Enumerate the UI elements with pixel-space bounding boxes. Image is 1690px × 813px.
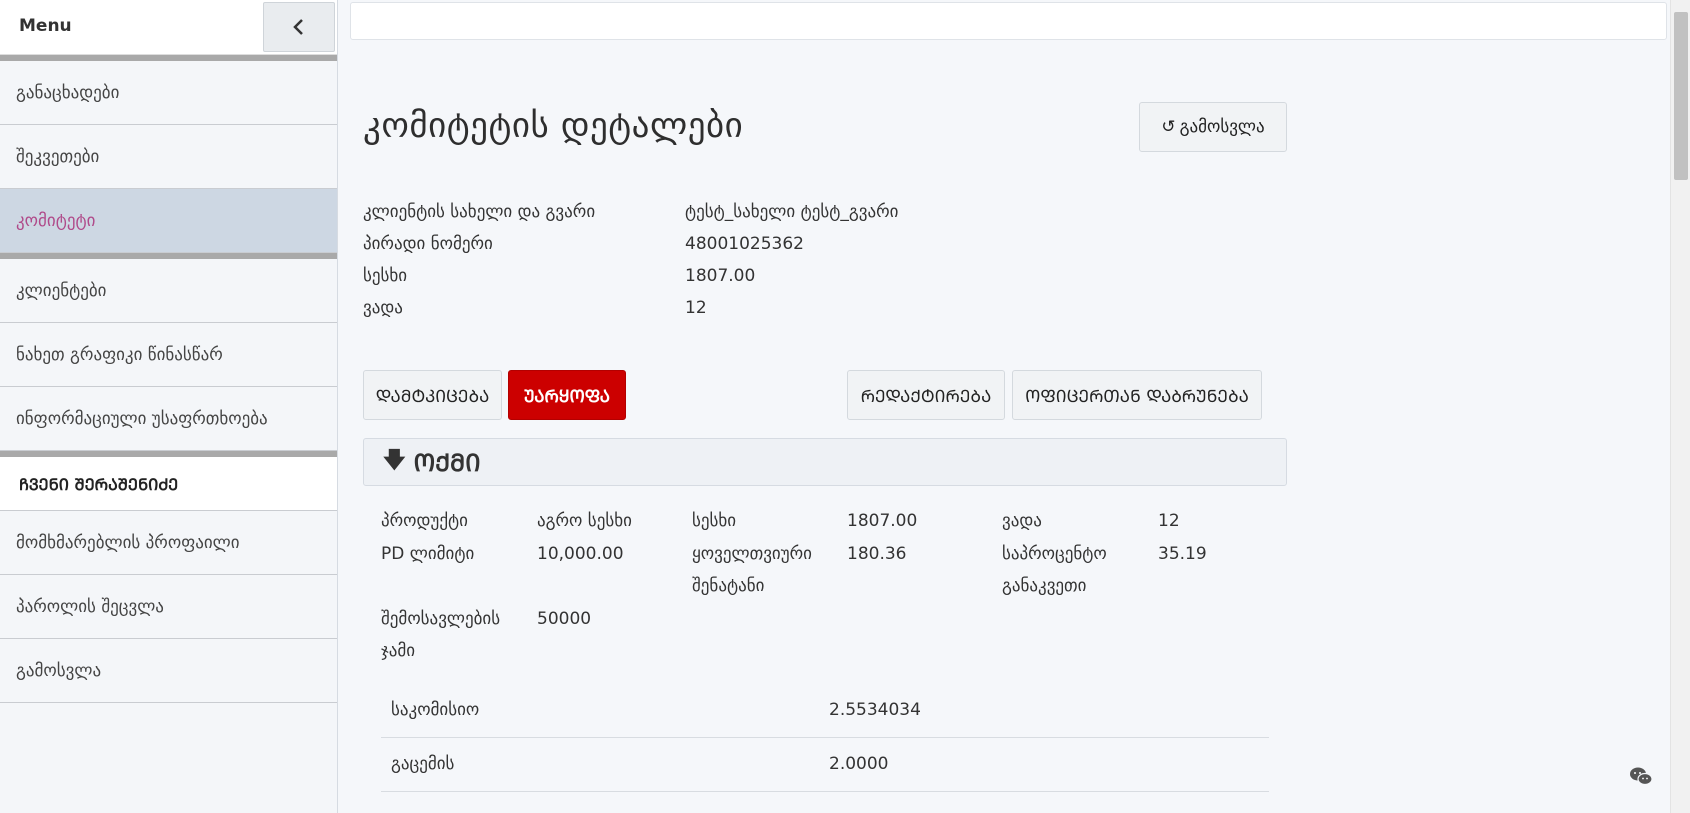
approve-button[interactable]: ᲓᲐᲛᲢᲙᲘᲪᲔᲑᲐ [363,370,502,420]
fees-table: საკომისიო 2.5534034 გაცემის 2.0000 [381,684,1269,792]
sidebar: Menu განაცხადები შეკვეთები კომიტეტი კლიე… [0,0,338,813]
undo-icon: ↺ [1161,117,1176,137]
sidebar-item-applications[interactable]: განაცხადები [0,61,337,125]
product-value: აგრო სესხი [537,511,632,531]
loan-amount-label: სესხი [692,511,737,531]
sidebar-item-clients[interactable]: კლიენტები [0,259,337,323]
pd-limit-value: 10,000.00 [537,544,624,564]
reject-button[interactable]: ᲣᲐᲠᲧᲝᲤᲐ [508,370,626,420]
term-value: 12 [685,298,707,318]
sidebar-section-title: ᲩᲕᲔᲜᲘ ᲨᲔᲠᲐᲨᲔᲜᲘᲫᲔ [0,457,337,511]
sidebar-item-schedule-preview[interactable]: ნახეთ გრაფიკი წინასწარ [0,323,337,387]
loan-value: 1807.00 [685,266,756,286]
table-cell-value: 2.0000 [829,754,889,774]
income-total-value: 50000 [537,609,592,629]
sidebar-item-logout[interactable]: გამოსვლა [0,639,337,703]
loan-label: სესხი [363,266,408,286]
edit-button[interactable]: ᲠᲔᲓᲐᲥᲢᲘᲠᲔᲑᲐ [847,370,1005,420]
back-button[interactable]: ↺ გამოსვლა [1139,102,1287,152]
sidebar-item-orders[interactable]: შეკვეთები [0,125,337,189]
back-button-label: გამოსვლა [1179,117,1265,137]
client-name-label: კლიენტის სახელი და გვარი [363,202,596,222]
client-name-value: ტესტ_სახელი ტესტ_გვარი [685,202,899,222]
wechat-icon[interactable] [1629,766,1653,788]
page-title: კომიტეტის დეტალები [363,106,744,146]
pd-limit-label: PD ლიმიტი [381,544,475,564]
table-cell-key: საკომისიო [391,700,480,720]
personal-number-value: 48001025362 [685,234,804,254]
scrollbar-thumb[interactable] [1674,12,1688,180]
chevron-left-icon [293,19,303,35]
sidebar-item-info-security[interactable]: ინფორმაციული უსაფრთხოება [0,387,337,451]
sidebar-title: Menu [19,16,72,36]
personal-number-label: პირადი ნომერი [363,234,493,254]
term-label: ვადა [363,298,403,318]
sidebar-item-committee[interactable]: კომიტეტი [0,189,337,253]
table-cell-value: 2.5534034 [829,700,921,720]
duration-label: ვადა [1002,511,1042,531]
monthly-payment-value: 180.36 [847,544,907,564]
sidebar-header: Menu [0,0,337,55]
interest-rate-value: 35.19 [1158,544,1207,564]
product-label: პროდუქტი [381,511,468,531]
monthly-payment-label: ყოველთვიური შენატანი [692,544,812,596]
collapse-sidebar-button[interactable] [263,2,335,52]
interest-rate-label: საპროცენტო განაკვეთი [1002,544,1107,596]
loan-amount-value: 1807.00 [847,511,918,531]
accordion-title: ᲝᲥᲛᲘ [413,448,481,477]
sidebar-item-user-profile[interactable]: მომხმარებლის პროფაილი [0,511,337,575]
table-cell-key: გაცემის [391,754,455,774]
sidebar-item-change-password[interactable]: პაროლის შეცვლა [0,575,337,639]
income-total-label: შემოსავლების ჯამი [381,609,501,661]
arrow-down-icon: 🡇 [383,448,406,473]
return-to-officer-button[interactable]: ᲝᲤᲘᲪᲔᲠᲗᲐᲜ ᲓᲐᲑᲠᲣᲜᲔᲑᲐ [1012,370,1262,420]
top-bar [350,2,1667,40]
scrollbar[interactable] [1670,0,1690,813]
main-content: კომიტეტის დეტალები ↺ გამოსვლა კლიენტის სა… [338,0,1670,813]
table-row: საკომისიო 2.5534034 [381,684,1269,738]
accordion-header[interactable]: 🡇 ᲝᲥᲛᲘ [363,438,1287,486]
table-row: გაცემის 2.0000 [381,738,1269,792]
duration-value: 12 [1158,511,1180,531]
